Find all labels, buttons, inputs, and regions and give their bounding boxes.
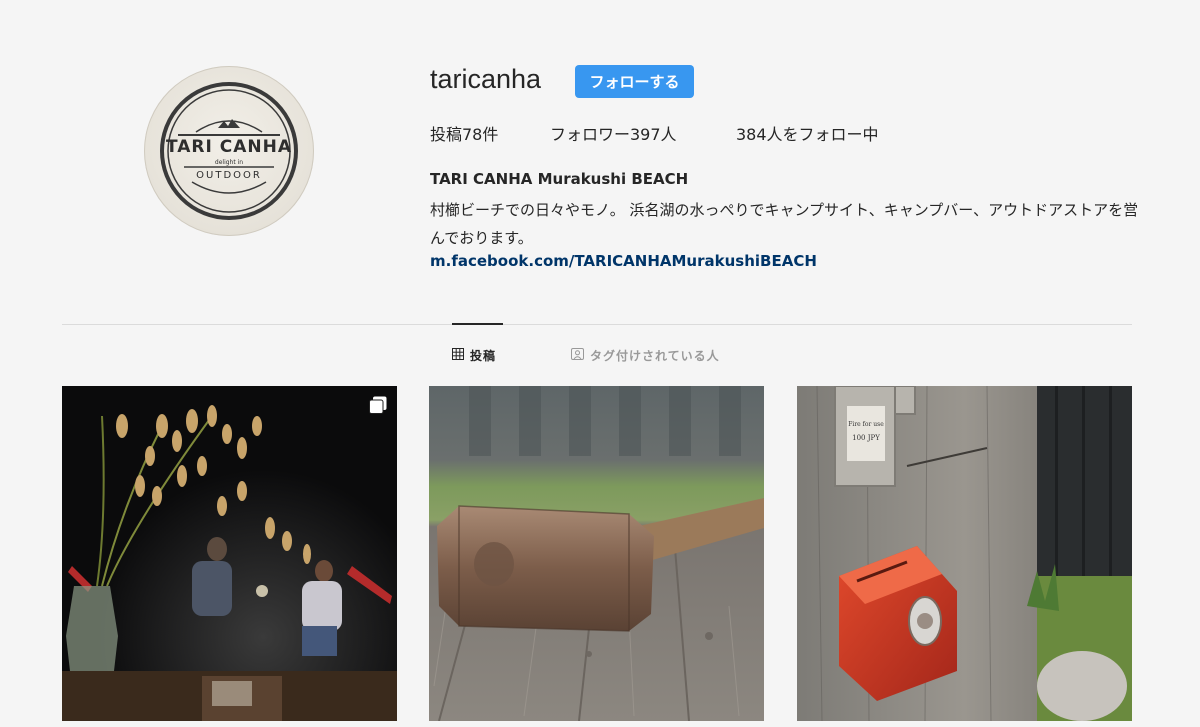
active-tab-indicator — [452, 323, 503, 325]
posts-count: 投稿78件 — [430, 125, 499, 144]
post-image-hammer — [429, 386, 764, 721]
tab-tagged-label: タグ付けされている人 — [590, 349, 720, 363]
tab-posts-label: 投稿 — [470, 349, 497, 363]
bio-description: 村櫛ビーチでの日々やモノ。 浜名湖の水っぺりでキャンプサイト、キャンプバー、アウ… — [430, 201, 1139, 247]
logo-sub-text: OUTDOOR — [196, 170, 262, 181]
sign-line-2: 100 JPY — [852, 434, 880, 442]
profile-username: taricanha — [430, 64, 542, 94]
tabs-divider — [62, 324, 1132, 325]
bio-full-name: TARI CANHA Murakushi BEACH — [430, 170, 689, 188]
post-image-night-bar — [62, 386, 397, 721]
profile-avatar[interactable]: TARI CANHA delight in OUTDOOR — [144, 66, 314, 236]
logo-tagline-text: delight in — [215, 159, 243, 166]
post-image-coin-box: Fire for use 100 JPY — [797, 386, 1132, 721]
tari-canha-logo: TARI CANHA delight in OUTDOOR — [160, 82, 298, 220]
tab-tagged[interactable]: タグ付けされている人 — [571, 347, 720, 364]
post-tile[interactable] — [429, 386, 764, 721]
instagram-profile-page: TARI CANHA delight in OUTDOOR taricanha … — [0, 0, 1200, 727]
post-tile[interactable]: Fire for use 100 JPY — [797, 386, 1132, 721]
post-tile[interactable] — [62, 386, 397, 721]
follow-button[interactable]: フォローする — [575, 65, 694, 98]
followers-count[interactable]: フォロワー397人 — [550, 121, 677, 145]
bio-external-link[interactable]: m.facebook.com/TARICANHAMurakushiBEACH — [430, 252, 817, 270]
tagged-person-icon — [571, 348, 584, 363]
sign-line-1: Fire for use — [848, 421, 884, 428]
grid-icon — [452, 348, 464, 363]
tab-posts[interactable]: 投稿 — [452, 347, 496, 364]
following-count[interactable]: 384人をフォロー中 — [736, 121, 879, 145]
logo-main-text: TARI CANHA — [166, 137, 292, 157]
multi-image-icon — [369, 396, 387, 414]
